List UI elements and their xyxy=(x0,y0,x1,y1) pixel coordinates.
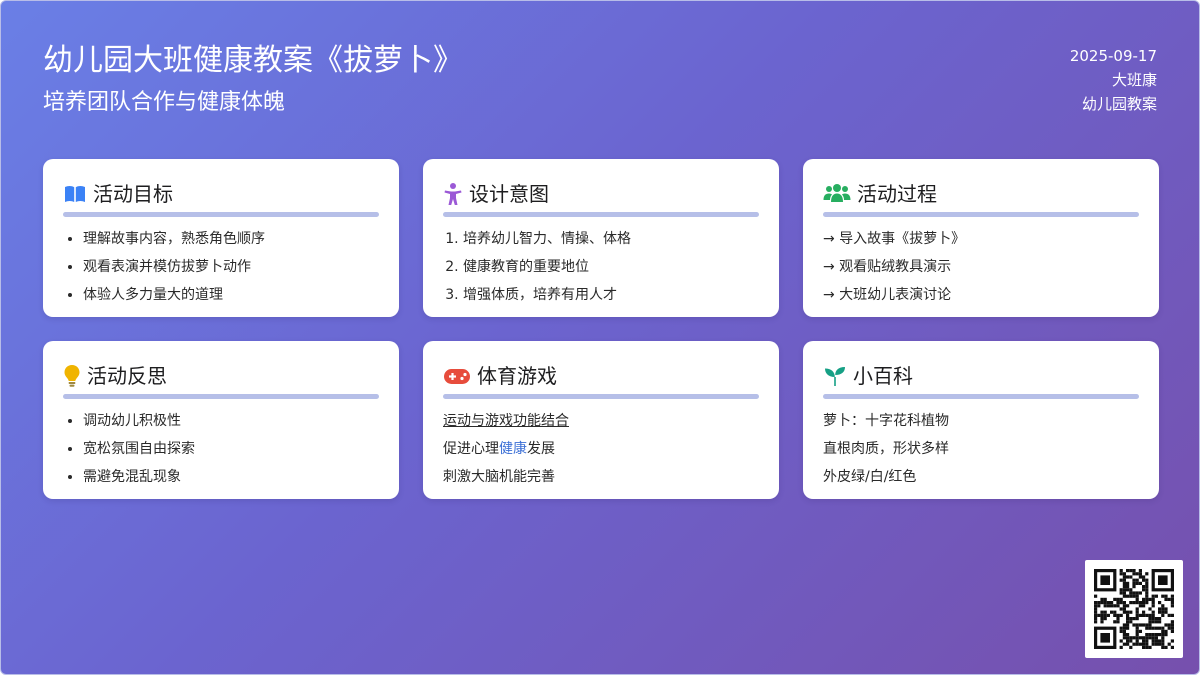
lightbulb-icon xyxy=(63,364,81,388)
card-divider xyxy=(443,394,759,399)
list-item: 需避免混乱现象 xyxy=(83,463,379,491)
card-header: 活动反思 xyxy=(63,361,379,391)
card-header: 活动过程 xyxy=(823,179,1139,209)
card-title: 活动反思 xyxy=(87,364,167,388)
pe-line-suffix: 发展 xyxy=(527,441,555,457)
lesson-plan-slide: 幼儿园大班健康教案《拔萝卜》 培养团队合作与健康体魄 2025-09-17 大班… xyxy=(0,0,1200,675)
list-item: 调动幼儿积极性 xyxy=(83,407,379,435)
card-title: 体育游戏 xyxy=(477,364,557,388)
users-icon xyxy=(823,182,851,206)
card-activity-goals: 活动目标 理解故事内容，熟悉角色顺序 观看表演并模仿拔萝卜动作 体验人多力量大的… xyxy=(43,159,399,317)
list-item: → 导入故事《拔萝卜》 xyxy=(823,231,966,247)
process-list: → 导入故事《拔萝卜》 → 观看贴绒教具演示 → 大班幼儿表演讨论 xyxy=(823,225,1139,309)
card-header: 活动目标 xyxy=(63,179,379,209)
list-item: 直根肉质，形状多样 xyxy=(823,441,949,457)
pe-line-prefix: 促进心理 xyxy=(443,441,499,457)
page-title: 幼儿园大班健康教案《拔萝卜》 xyxy=(43,43,463,78)
card-header: 小百科 xyxy=(823,361,1139,391)
list-item: 培养幼儿智力、情操、体格 xyxy=(463,225,759,253)
list-item: 外皮绿/白/红色 xyxy=(823,469,917,485)
list-item: 增强体质，培养有用人才 xyxy=(463,281,759,309)
goals-list: 理解故事内容，熟悉角色顺序 观看表演并模仿拔萝卜动作 体验人多力量大的道理 xyxy=(63,225,379,309)
wiki-list: 萝卜：十字花科植物 直根肉质，形状多样 外皮绿/白/红色 xyxy=(823,407,1139,491)
pe-line-accent: 健康 xyxy=(499,441,527,457)
list-item: 宽松氛围自由探索 xyxy=(83,435,379,463)
list-item: 理解故事内容，熟悉角色顺序 xyxy=(83,225,379,253)
design-list: 培养幼儿智力、情操、体格 健康教育的重要地位 增强体质，培养有用人才 xyxy=(443,225,759,309)
card-activity-process: 活动过程 → 导入故事《拔萝卜》 → 观看贴绒教具演示 → 大班幼儿表演讨论 xyxy=(803,159,1159,317)
child-icon xyxy=(443,182,463,206)
card-header: 体育游戏 xyxy=(443,361,759,391)
reflection-list: 调动幼儿积极性 宽松氛围自由探索 需避免混乱现象 xyxy=(63,407,379,491)
card-divider xyxy=(63,212,379,217)
card-divider xyxy=(823,212,1139,217)
card-title: 活动目标 xyxy=(93,182,173,206)
card-divider xyxy=(63,394,379,399)
list-item: 健康教育的重要地位 xyxy=(463,253,759,281)
card-title: 设计意图 xyxy=(469,182,549,206)
sprout-icon xyxy=(823,364,847,388)
page-subtitle: 培养团队合作与健康体魄 xyxy=(43,90,286,115)
list-item: 体验人多力量大的道理 xyxy=(83,281,379,309)
meta-category: 大班康 xyxy=(1111,71,1157,89)
card-title: 活动过程 xyxy=(857,182,937,206)
card-design-intent: 设计意图 培养幼儿智力、情操、体格 健康教育的重要地位 增强体质，培养有用人才 xyxy=(423,159,779,317)
meta-type: 幼儿园教案 xyxy=(1081,95,1157,113)
meta-date: 2025-09-17 xyxy=(1069,47,1157,65)
gamepad-icon xyxy=(443,364,471,388)
pe-line: 促进心理健康发展 xyxy=(443,435,759,463)
card-pe-games: 体育游戏 运动与游戏功能结合 促进心理健康发展 刺激大脑机能完善 xyxy=(423,341,779,499)
card-divider xyxy=(443,212,759,217)
list-item: → 大班幼儿表演讨论 xyxy=(823,287,952,303)
card-activity-reflection: 活动反思 调动幼儿积极性 宽松氛围自由探索 需避免混乱现象 xyxy=(43,341,399,499)
list-item: → 观看贴绒教具演示 xyxy=(823,259,952,275)
qr-code-icon[interactable] xyxy=(1085,560,1183,658)
pe-line-link[interactable]: 运动与游戏功能结合 xyxy=(443,407,759,435)
book-icon xyxy=(63,182,87,206)
list-item: 观看表演并模仿拔萝卜动作 xyxy=(83,253,379,281)
card-header: 设计意图 xyxy=(443,179,759,209)
card-title: 小百科 xyxy=(853,364,913,388)
card-mini-encyclopedia: 小百科 萝卜：十字花科植物 直根肉质，形状多样 外皮绿/白/红色 xyxy=(803,341,1159,499)
list-item: 萝卜：十字花科植物 xyxy=(823,413,949,429)
pe-lines: 运动与游戏功能结合 促进心理健康发展 刺激大脑机能完善 xyxy=(443,407,759,491)
pe-line: 刺激大脑机能完善 xyxy=(443,469,555,485)
meta-info: 2025-09-17 大班康 幼儿园教案 xyxy=(1070,44,1157,116)
card-divider xyxy=(823,394,1139,399)
